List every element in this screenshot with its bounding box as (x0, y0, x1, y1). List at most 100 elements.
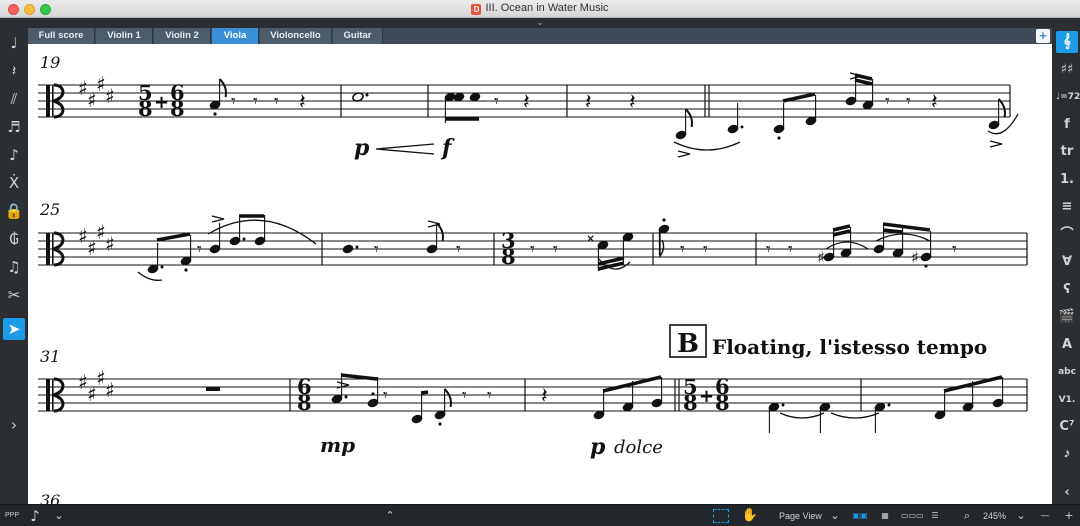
augmentation-dot (781, 403, 785, 407)
note-input-icon[interactable]: ♩ (3, 32, 25, 54)
notehead-icon[interactable]: 𝅘𝅥𝅯 (1056, 444, 1078, 466)
bowing-icon[interactable]: ∀ (1056, 251, 1078, 273)
key-signature-sharp: ♯ (105, 84, 115, 108)
chord-icon[interactable]: ♬ (3, 116, 25, 138)
duration-dropdown-chevron-icon[interactable]: ⌄ (50, 508, 68, 524)
fingering-icon[interactable]: V1. (1056, 389, 1078, 411)
time-signature-icon[interactable]: ♩=72 (1056, 86, 1080, 108)
hand-tool-icon[interactable]: ✋ (741, 508, 759, 524)
layout-tabs: + Full score Violin 1 Violin 2 Viola Violonc… (28, 28, 1052, 44)
note-flag (435, 222, 444, 242)
note-duration-icon[interactable]: ♪ (26, 508, 44, 524)
tab-violin-2[interactable]: Violin 2 (154, 28, 211, 44)
tie-icon[interactable]: ₲ (3, 228, 25, 250)
zoom-level-select[interactable]: 245% (983, 508, 1006, 524)
ornaments-icon[interactable]: tr (1056, 141, 1078, 163)
whole-rest (206, 387, 220, 391)
scissors-icon[interactable]: ✂ (3, 284, 25, 306)
tab-violin-1[interactable]: Violin 1 (96, 28, 153, 44)
eighth-rest: 𝄾 (197, 239, 202, 260)
augmentation-dot (344, 395, 348, 399)
right-toolbar: 𝄞 ♯♯ ♩=72 f tr 1. ≡ ⌒ ∀ ʕ 🎬 Aabc V1. C⁷ 𝅘𝅥𝅯 ‹ (1054, 28, 1080, 504)
time-signature-plus: + (699, 386, 714, 407)
zoom-dropdown-chevron-icon[interactable]: ⌄ (1012, 508, 1030, 524)
eighth-rest: 𝄾 (383, 385, 388, 406)
eighth-rest: 𝄾 (462, 385, 467, 406)
tab-viola[interactable]: Viola (212, 28, 259, 44)
tab-violoncello[interactable]: Violoncello (260, 28, 332, 44)
rehearsal-mark[interactable]: B (677, 329, 699, 359)
marquee-select-icon[interactable] (713, 509, 729, 523)
horizontal-pages-icon[interactable]: ▭▭▭ (901, 508, 924, 524)
accent-mark (211, 215, 225, 223)
status-bar: PPP ♪ ⌄ ⌃ ✋ Page View ⌄ ▣▣ ▦ ▭▭▭ ☰ ⌕ 245% ⌄ — + (0, 504, 1080, 526)
time-signature-plus: + (154, 92, 169, 113)
tempo-marking[interactable]: Floating, l'istesso tempo (712, 335, 987, 359)
collapse-panel-icon[interactable]: ‹ (1056, 482, 1078, 504)
alto-clef-bar (46, 233, 50, 265)
expand-left-panel-icon[interactable]: › (3, 414, 25, 436)
zoom-out-icon[interactable]: — (1036, 508, 1054, 524)
dynamics-level-label: PPP (5, 512, 20, 519)
augmentation-dot (355, 245, 359, 249)
lyrics-icon[interactable]: abc (1056, 361, 1078, 383)
quarter-rest: 𝄽 (931, 90, 938, 115)
eighth-rest: 𝄾 (274, 91, 279, 112)
select-arrow-icon[interactable]: ➤ (3, 318, 25, 340)
staccato-dot (184, 268, 188, 272)
vertical-pages-icon[interactable]: ☰ (926, 508, 944, 524)
tab-guitar[interactable]: Guitar (333, 28, 383, 44)
repeat-ending-icon[interactable]: 1. (1056, 169, 1078, 191)
eighth-rest: 𝄾 (530, 239, 535, 260)
sharp-accidental: ♯ (911, 248, 919, 267)
cross-staff-icon[interactable]: Ẋ (3, 172, 25, 194)
show-lower-zone-icon[interactable]: ⌃ (381, 508, 399, 524)
tremolo-icon[interactable]: ⫽ (3, 88, 25, 110)
staccato-dot (777, 136, 781, 140)
augmentation-dot (160, 265, 164, 269)
zoom-in-icon[interactable]: + (1060, 508, 1078, 524)
beam (882, 228, 903, 234)
staccato-dot (371, 392, 375, 396)
page-view-dropdown-chevron-icon[interactable]: ⌄ (826, 508, 844, 524)
tempo-icon[interactable]: 🎬 (1056, 306, 1078, 328)
staccato-dot (213, 112, 217, 116)
staccato-dot (438, 422, 442, 426)
key-signature-icon[interactable]: ♯♯ (1056, 59, 1078, 81)
playing-technique-icon[interactable]: ʕ (1056, 279, 1078, 301)
eighth-rest: 𝄾 (766, 239, 771, 260)
beam (832, 224, 851, 232)
notehead[interactable] (342, 244, 354, 255)
page-view-select[interactable]: Page View (779, 508, 822, 524)
rest-icon[interactable]: 𝄽 (3, 60, 25, 82)
dynamics-icon[interactable]: f (1056, 114, 1078, 136)
note-flag (218, 78, 227, 98)
zoom-icon[interactable]: ⌕ (958, 508, 976, 524)
add-tab-button[interactable]: + (1036, 29, 1050, 43)
key-signature-sharp: ♯ (105, 378, 115, 402)
eighth-rest: 𝄾 (374, 239, 379, 260)
alto-clef-bar (46, 379, 50, 411)
clef-icon[interactable]: 𝄞 (1056, 31, 1078, 53)
dynamic-piano: p (354, 135, 370, 161)
fermata-icon[interactable]: ⌒ (1056, 224, 1078, 246)
tuplet-icon[interactable]: ♫ (3, 256, 25, 278)
grace-note-icon[interactable]: ♪ (3, 144, 25, 166)
eighth-rest: 𝄾 (885, 91, 890, 112)
lock-duration-icon[interactable]: 🔒 (3, 200, 25, 222)
grid-view-icon[interactable]: ▦ (876, 508, 894, 524)
chord-symbol-icon[interactable]: C⁷ (1056, 416, 1078, 438)
collapse-toolbar-chevron-icon[interactable]: ⌄ (534, 18, 546, 27)
eighth-rest: 𝄾 (788, 239, 793, 260)
score-canvas[interactable]: ♯ ♯♯ ♯♯ ♯♯ ♯♯ ♯♯ ♯1925313658 +68386858 +68𝄾 𝄾 𝄾 𝄽 𝄾 𝄽… (28, 44, 1052, 504)
staccato-dot (924, 264, 928, 268)
measure-number: 36 (40, 491, 60, 504)
text-icon[interactable]: A (1056, 334, 1078, 356)
document-icon: D (471, 4, 482, 15)
score-page[interactable]: ♯ ♯ ♯ ♯ ♯ ♯ ♯ ♯ ♯ ♯ ♯ ♯ 19 25 31 36 5 8 +6 8 3 8 6 8 5 8 +6 8 𝄾 𝄾 𝄾 𝄽 𝄾 𝄽… (28, 44, 1052, 504)
tab-full-score[interactable]: Full score (28, 28, 95, 44)
spread-view-icon[interactable]: ▣▣ (851, 508, 869, 524)
articulation-icon[interactable]: ≡ (1056, 196, 1078, 218)
time-signature-denominator: 8 (683, 390, 698, 415)
time-signature-denominator: 8 (715, 390, 730, 415)
